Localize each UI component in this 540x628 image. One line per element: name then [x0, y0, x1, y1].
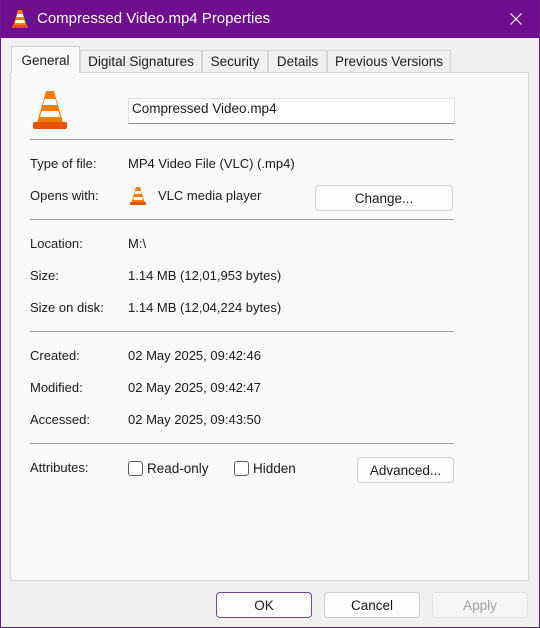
hidden-checkbox[interactable]	[234, 461, 249, 476]
title-bar[interactable]: Compressed Video.mp4 Properties	[1, 0, 539, 38]
read-only-checkbox[interactable]	[128, 461, 143, 476]
size-on-disk-value: 1.14 MB (12,04,224 bytes)	[128, 300, 282, 315]
separator	[30, 331, 454, 332]
close-icon	[510, 13, 522, 25]
file-name-input[interactable]: Compressed Video.mp4	[128, 98, 455, 124]
close-button[interactable]	[493, 0, 539, 38]
opens-with-label: Opens with:	[30, 188, 99, 203]
created-value: 02 May 2025, 09:42:46	[128, 348, 261, 363]
general-panel: Compressed Video.mp4 Type of file: MP4 V…	[10, 72, 529, 581]
modified-label: Modified:	[30, 380, 83, 395]
vlc-cone-icon	[130, 187, 146, 205]
vlc-cone-icon	[33, 91, 67, 129]
tab-previous-versions[interactable]: Previous Versions	[327, 50, 451, 72]
type-of-file-label: Type of file:	[30, 156, 97, 171]
location-value: M:\	[128, 236, 147, 251]
cancel-button[interactable]: Cancel	[324, 592, 420, 618]
type-of-file-value: MP4 Video File (VLC) (.mp4)	[128, 156, 295, 171]
created-label: Created:	[30, 348, 80, 363]
opens-with-value: VLC media player	[158, 188, 262, 203]
properties-window: Compressed Video.mp4 Properties General …	[1, 0, 539, 627]
read-only-label[interactable]: Read-only	[147, 461, 209, 476]
vlc-cone-icon	[12, 10, 28, 28]
ok-button[interactable]: OK	[216, 592, 312, 618]
accessed-label: Accessed:	[30, 412, 90, 427]
separator	[30, 139, 454, 140]
apply-button[interactable]: Apply	[432, 592, 528, 618]
advanced-button[interactable]: Advanced...	[357, 457, 454, 483]
size-on-disk-label: Size on disk:	[30, 300, 104, 315]
tab-security[interactable]: Security	[202, 50, 268, 72]
separator	[30, 443, 454, 444]
hidden-label[interactable]: Hidden	[253, 461, 296, 476]
location-label: Location:	[30, 236, 83, 251]
tab-general[interactable]: General	[11, 46, 80, 73]
tab-digital-signatures[interactable]: Digital Signatures	[80, 50, 202, 72]
window-title: Compressed Video.mp4 Properties	[37, 10, 271, 27]
change-button[interactable]: Change...	[315, 185, 453, 211]
attributes-label: Attributes:	[30, 460, 89, 475]
separator	[30, 219, 454, 220]
tab-details[interactable]: Details	[268, 50, 327, 72]
size-value: 1.14 MB (12,01,953 bytes)	[128, 268, 282, 283]
size-label: Size:	[30, 268, 59, 283]
modified-value: 02 May 2025, 09:42:47	[128, 380, 261, 395]
accessed-value: 02 May 2025, 09:43:50	[128, 412, 261, 427]
